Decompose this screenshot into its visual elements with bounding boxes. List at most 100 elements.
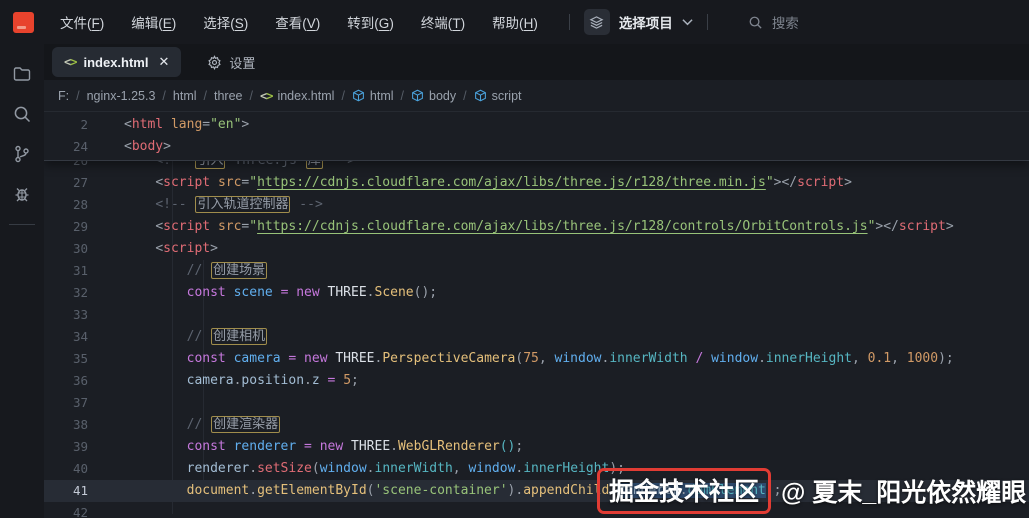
- code-line-31[interactable]: 31 // 创建场景: [44, 260, 1029, 282]
- line-number[interactable]: 30: [44, 238, 102, 260]
- code-token: src: [218, 219, 241, 234]
- code-line-2[interactable]: 2<html lang="en">: [44, 114, 1029, 136]
- watermark-box: 掘金技术社区: [597, 468, 771, 514]
- tab-settings[interactable]: 设置: [195, 47, 267, 77]
- line-number[interactable]: 37: [44, 392, 102, 414]
- menu-item-3[interactable]: 查看(V): [265, 7, 330, 37]
- code-text: <!-- 引入轨道控制器 -->: [102, 194, 323, 216]
- breadcrumb-label: html: [173, 89, 197, 103]
- line-number[interactable]: 28: [44, 194, 102, 216]
- line-number[interactable]: 40: [44, 458, 102, 480]
- code-text: <script src="https://cdnjs.cloudflare.co…: [102, 172, 852, 194]
- line-number[interactable]: 36: [44, 370, 102, 392]
- code-line-39[interactable]: 39 const renderer = new THREE.WebGLRende…: [44, 436, 1029, 458]
- line-number[interactable]: 42: [44, 502, 102, 518]
- menu-item-1[interactable]: 编辑(E): [121, 7, 186, 37]
- line-number[interactable]: 41: [44, 480, 102, 502]
- menu-item-6[interactable]: 帮助(H): [482, 7, 548, 37]
- code-editor[interactable]: 26 <!-- 引入 Three.js 库 -->27 <script src=…: [44, 112, 1029, 518]
- code-token: [273, 285, 281, 300]
- code-text: <script src="https://cdnjs.cloudflare.co…: [102, 216, 954, 238]
- code-token: camera: [234, 351, 281, 366]
- sidebar-item-debug[interactable]: [0, 174, 44, 214]
- code-line-32[interactable]: 32 const scene = new THREE.Scene();: [44, 282, 1029, 304]
- titlebar-divider: [569, 14, 570, 30]
- line-number[interactable]: 35: [44, 348, 102, 370]
- sidebar-item-search[interactable]: [0, 94, 44, 134]
- breadcrumb-item-three[interactable]: three: [214, 89, 243, 103]
- code-text: [102, 502, 124, 518]
- code-line-37[interactable]: 37: [44, 392, 1029, 414]
- code-token: [312, 439, 320, 454]
- code-line-33[interactable]: 33: [44, 304, 1029, 326]
- code-line-27[interactable]: 27 <script src="https://cdnjs.cloudflare…: [44, 172, 1029, 194]
- breadcrumb-item-nginx1253[interactable]: nginx-1.25.3: [87, 89, 156, 103]
- code-line-38[interactable]: 38 // 创建渲染器: [44, 414, 1029, 436]
- code-line-29[interactable]: 29 <script src="https://cdnjs.cloudflare…: [44, 216, 1029, 238]
- code-token: [335, 373, 343, 388]
- line-number[interactable]: 31: [44, 260, 102, 282]
- menu-item-4[interactable]: 转到(G): [337, 7, 404, 37]
- code-token: ,: [539, 351, 555, 366]
- line-number[interactable]: 38: [44, 414, 102, 436]
- code-line-34[interactable]: 34 // 创建相机: [44, 326, 1029, 348]
- layers-icon: [584, 9, 610, 35]
- code-token: <: [155, 219, 163, 234]
- code-token: >: [163, 139, 171, 154]
- code-token: innerWidth: [609, 351, 687, 366]
- code-token: >: [946, 219, 954, 234]
- menu-item-5[interactable]: 终端(T): [411, 7, 475, 37]
- tab-index-html[interactable]: <> index.html ✕: [52, 47, 181, 77]
- code-token: <: [124, 117, 132, 132]
- code-token: [226, 285, 234, 300]
- code-line-36[interactable]: 36 camera.position.z = 5;: [44, 370, 1029, 392]
- line-number[interactable]: 34: [44, 326, 102, 348]
- line-number[interactable]: 39: [44, 436, 102, 458]
- code-token: =: [304, 439, 312, 454]
- code-token: .: [249, 461, 257, 476]
- project-picker-dropdown[interactable]: 选择项目: [584, 9, 693, 35]
- code-token: [124, 263, 187, 278]
- breadcrumb-item-script[interactable]: script: [474, 89, 522, 103]
- breadcrumb-item-body[interactable]: body: [411, 89, 456, 103]
- code-token: scene: [234, 285, 273, 300]
- global-search-input[interactable]: 搜索: [748, 12, 799, 32]
- code-line-24[interactable]: 24<body>: [44, 136, 1029, 158]
- line-number[interactable]: 24: [44, 136, 102, 158]
- code-text: <html lang="en">: [102, 114, 249, 136]
- line-number[interactable]: 33: [44, 304, 102, 326]
- code-line-35[interactable]: 35 const camera = new THREE.PerspectiveC…: [44, 348, 1029, 370]
- code-line-30[interactable]: 30 <script>: [44, 238, 1029, 260]
- code-token: ;: [515, 439, 523, 454]
- sidebar-item-source-control[interactable]: [0, 134, 44, 174]
- code-token: ,: [891, 351, 907, 366]
- code-token: >: [241, 117, 249, 132]
- code-line-28[interactable]: 28 <!-- 引入轨道控制器 -->: [44, 194, 1029, 216]
- code-token: .: [304, 373, 312, 388]
- sidebar-item-explorer[interactable]: [0, 54, 44, 94]
- code-token: window: [320, 461, 367, 476]
- code-token: 创建相机: [211, 328, 267, 345]
- code-token: THREE: [335, 351, 374, 366]
- code-token: </: [781, 175, 797, 190]
- line-number[interactable]: 2: [44, 114, 102, 136]
- breadcrumb-item-indexhtml[interactable]: <>index.html: [260, 89, 334, 103]
- line-number[interactable]: 32: [44, 282, 102, 304]
- line-number[interactable]: 27: [44, 172, 102, 194]
- code-token: setSize: [257, 461, 312, 476]
- close-icon[interactable]: ✕: [158, 54, 169, 70]
- code-token: new: [296, 285, 319, 300]
- breadcrumb-item-html[interactable]: html: [352, 89, 394, 103]
- breadcrumb-separator: /: [76, 89, 79, 103]
- breadcrumb-separator: /: [401, 89, 404, 103]
- breadcrumb-item-f[interactable]: F:: [58, 89, 69, 103]
- watermark: 掘金技术社区 @ 夏末_阳光依然耀眼: [597, 468, 1026, 514]
- breadcrumb-label: index.html: [277, 89, 334, 103]
- menu-item-0[interactable]: 文件(F): [50, 7, 114, 37]
- line-number[interactable]: 29: [44, 216, 102, 238]
- breadcrumb-item-html[interactable]: html: [173, 89, 197, 103]
- menu-item-2[interactable]: 选择(S): [193, 7, 258, 37]
- code-token: THREE: [351, 439, 390, 454]
- breadcrumb-separator: /: [162, 89, 165, 103]
- code-token: ": [766, 175, 774, 190]
